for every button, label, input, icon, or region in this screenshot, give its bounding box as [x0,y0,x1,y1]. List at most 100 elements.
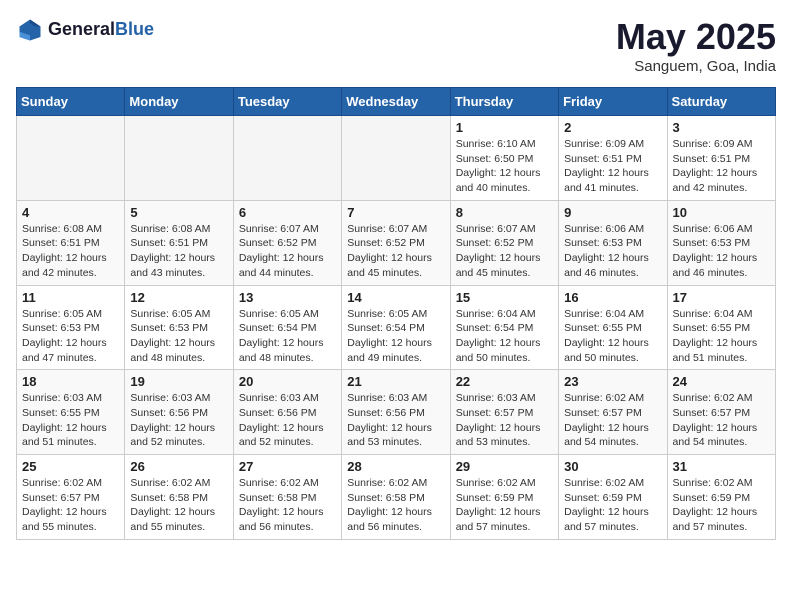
day-info: Sunrise: 6:05 AM Sunset: 6:54 PM Dayligh… [239,307,336,366]
month-title: May 2025 [616,16,776,58]
calendar-cell: 27 Sunrise: 6:02 AM Sunset: 6:58 PM Dayli… [233,455,341,540]
day-info: Sunrise: 6:08 AM Sunset: 6:51 PM Dayligh… [22,222,119,281]
day-info: Sunrise: 6:02 AM Sunset: 6:59 PM Dayligh… [564,476,661,535]
day-info: Sunrise: 6:06 AM Sunset: 6:53 PM Dayligh… [673,222,770,281]
day-number: 18 [22,374,119,389]
calendar-cell: 24 Sunrise: 6:02 AM Sunset: 6:57 PM Dayli… [667,370,775,455]
calendar-week-row: 1Sunrise: 6:10 AM Sunset: 6:50 PM Daylig… [17,116,776,201]
day-number: 10 [673,205,770,220]
day-info: Sunrise: 6:02 AM Sunset: 6:59 PM Dayligh… [456,476,553,535]
day-info: Sunrise: 6:02 AM Sunset: 6:58 PM Dayligh… [239,476,336,535]
calendar-cell: 25 Sunrise: 6:02 AM Sunset: 6:57 PM Dayli… [17,455,125,540]
day-info: Sunrise: 6:04 AM Sunset: 6:55 PM Dayligh… [564,307,661,366]
title-block: May 2025 Sanguem, Goa, India [616,16,776,75]
day-number: 27 [239,459,336,474]
day-header-saturday: Saturday [667,88,775,116]
day-number: 26 [130,459,227,474]
day-number: 20 [239,374,336,389]
day-info: Sunrise: 6:05 AM Sunset: 6:53 PM Dayligh… [130,307,227,366]
day-number: 12 [130,290,227,305]
calendar-cell: 11 Sunrise: 6:05 AM Sunset: 6:53 PM Dayli… [17,285,125,370]
day-info: Sunrise: 6:02 AM Sunset: 6:57 PM Dayligh… [673,391,770,450]
day-number: 14 [347,290,444,305]
calendar-cell: 18 Sunrise: 6:03 AM Sunset: 6:55 PM Dayli… [17,370,125,455]
day-info: Sunrise: 6:03 AM Sunset: 6:56 PM Dayligh… [347,391,444,450]
day-number: 16 [564,290,661,305]
logo-icon [16,16,44,44]
day-info: Sunrise: 6:07 AM Sunset: 6:52 PM Dayligh… [456,222,553,281]
calendar-cell: 14 Sunrise: 6:05 AM Sunset: 6:54 PM Dayli… [342,285,450,370]
day-info: Sunrise: 6:10 AM Sunset: 6:50 PM Dayligh… [456,137,553,196]
day-info: Sunrise: 6:02 AM Sunset: 6:58 PM Dayligh… [347,476,444,535]
day-info: Sunrise: 6:05 AM Sunset: 6:53 PM Dayligh… [22,307,119,366]
calendar-table: SundayMondayTuesdayWednesdayThursdayFrid… [16,87,776,540]
day-number: 8 [456,205,553,220]
day-info: Sunrise: 6:07 AM Sunset: 6:52 PM Dayligh… [239,222,336,281]
day-number: 2 [564,120,661,135]
location: Sanguem, Goa, India [616,58,776,75]
calendar-cell: 8 Sunrise: 6:07 AM Sunset: 6:52 PM Daylig… [450,200,558,285]
day-info: Sunrise: 6:02 AM Sunset: 6:57 PM Dayligh… [22,476,119,535]
day-info: Sunrise: 6:09 AM Sunset: 6:51 PM Dayligh… [673,137,770,196]
day-info: Sunrise: 6:04 AM Sunset: 6:55 PM Dayligh… [673,307,770,366]
day-header-thursday: Thursday [450,88,558,116]
day-number: 21 [347,374,444,389]
day-info: Sunrise: 6:02 AM Sunset: 6:59 PM Dayligh… [673,476,770,535]
day-info: Sunrise: 6:05 AM Sunset: 6:54 PM Dayligh… [347,307,444,366]
day-info: Sunrise: 6:04 AM Sunset: 6:54 PM Dayligh… [456,307,553,366]
calendar-cell: 5Sunrise: 6:08 AM Sunset: 6:51 PM Daylig… [125,200,233,285]
calendar-cell: 9Sunrise: 6:06 AM Sunset: 6:53 PM Daylig… [559,200,667,285]
day-header-wednesday: Wednesday [342,88,450,116]
calendar-cell: 29 Sunrise: 6:02 AM Sunset: 6:59 PM Dayli… [450,455,558,540]
calendar-week-row: 4 Sunrise: 6:08 AM Sunset: 6:51 PM Daylig… [17,200,776,285]
calendar-cell [342,116,450,201]
day-number: 11 [22,290,119,305]
day-number: 22 [456,374,553,389]
day-info: Sunrise: 6:03 AM Sunset: 6:57 PM Dayligh… [456,391,553,450]
calendar-cell: 22 Sunrise: 6:03 AM Sunset: 6:57 PM Dayli… [450,370,558,455]
day-number: 7 [347,205,444,220]
day-number: 17 [673,290,770,305]
day-number: 28 [347,459,444,474]
calendar-cell: 17 Sunrise: 6:04 AM Sunset: 6:55 PM Dayli… [667,285,775,370]
calendar-cell: 21 Sunrise: 6:03 AM Sunset: 6:56 PM Dayli… [342,370,450,455]
calendar-cell: 12 Sunrise: 6:05 AM Sunset: 6:53 PM Dayli… [125,285,233,370]
day-number: 15 [456,290,553,305]
day-header-friday: Friday [559,88,667,116]
day-number: 24 [673,374,770,389]
calendar-week-row: 18 Sunrise: 6:03 AM Sunset: 6:55 PM Dayli… [17,370,776,455]
day-header-tuesday: Tuesday [233,88,341,116]
calendar-cell: 1Sunrise: 6:10 AM Sunset: 6:50 PM Daylig… [450,116,558,201]
calendar-week-row: 11 Sunrise: 6:05 AM Sunset: 6:53 PM Dayli… [17,285,776,370]
logo-text: GeneralBlue [48,20,154,40]
calendar-cell: 2 Sunrise: 6:09 AM Sunset: 6:51 PM Daylig… [559,116,667,201]
day-info: Sunrise: 6:07 AM Sunset: 6:52 PM Dayligh… [347,222,444,281]
day-number: 19 [130,374,227,389]
day-number: 25 [22,459,119,474]
calendar-cell [233,116,341,201]
day-header-monday: Monday [125,88,233,116]
day-number: 4 [22,205,119,220]
page-header: GeneralBlue May 2025 Sanguem, Goa, India [16,16,776,75]
calendar-cell: 23 Sunrise: 6:02 AM Sunset: 6:57 PM Dayli… [559,370,667,455]
day-number: 23 [564,374,661,389]
day-number: 5 [130,205,227,220]
day-number: 3 [673,120,770,135]
day-number: 29 [456,459,553,474]
calendar-cell: 30Sunrise: 6:02 AM Sunset: 6:59 PM Dayli… [559,455,667,540]
calendar-cell: 6Sunrise: 6:07 AM Sunset: 6:52 PM Daylig… [233,200,341,285]
day-info: Sunrise: 6:09 AM Sunset: 6:51 PM Dayligh… [564,137,661,196]
day-info: Sunrise: 6:03 AM Sunset: 6:56 PM Dayligh… [130,391,227,450]
day-info: Sunrise: 6:02 AM Sunset: 6:57 PM Dayligh… [564,391,661,450]
calendar-cell: 3 Sunrise: 6:09 AM Sunset: 6:51 PM Daylig… [667,116,775,201]
day-number: 9 [564,205,661,220]
logo: GeneralBlue [16,16,154,44]
calendar-cell: 13Sunrise: 6:05 AM Sunset: 6:54 PM Dayli… [233,285,341,370]
calendar-cell: 28 Sunrise: 6:02 AM Sunset: 6:58 PM Dayli… [342,455,450,540]
calendar-cell: 15 Sunrise: 6:04 AM Sunset: 6:54 PM Dayli… [450,285,558,370]
calendar-cell: 10 Sunrise: 6:06 AM Sunset: 6:53 PM Dayli… [667,200,775,285]
calendar-cell: 4 Sunrise: 6:08 AM Sunset: 6:51 PM Daylig… [17,200,125,285]
day-info: Sunrise: 6:03 AM Sunset: 6:55 PM Dayligh… [22,391,119,450]
calendar-cell: 31Sunrise: 6:02 AM Sunset: 6:59 PM Dayli… [667,455,775,540]
calendar-cell [17,116,125,201]
